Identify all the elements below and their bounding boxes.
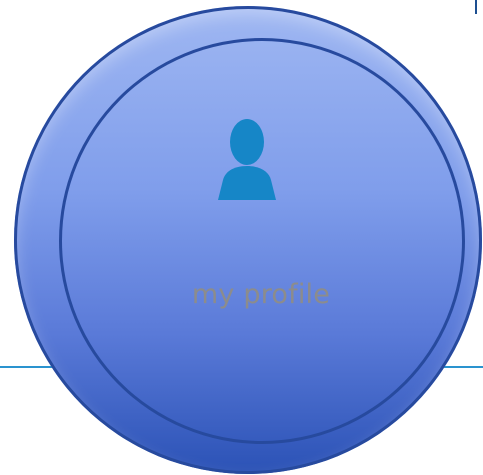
my-profile-link[interactable]: my profile bbox=[172, 108, 346, 330]
nav-menu: my profile bbox=[0, 0, 483, 475]
user-icon bbox=[215, 114, 279, 202]
my-profile-label: my profile bbox=[191, 279, 331, 310]
scroll-edge-marker bbox=[475, 0, 477, 14]
